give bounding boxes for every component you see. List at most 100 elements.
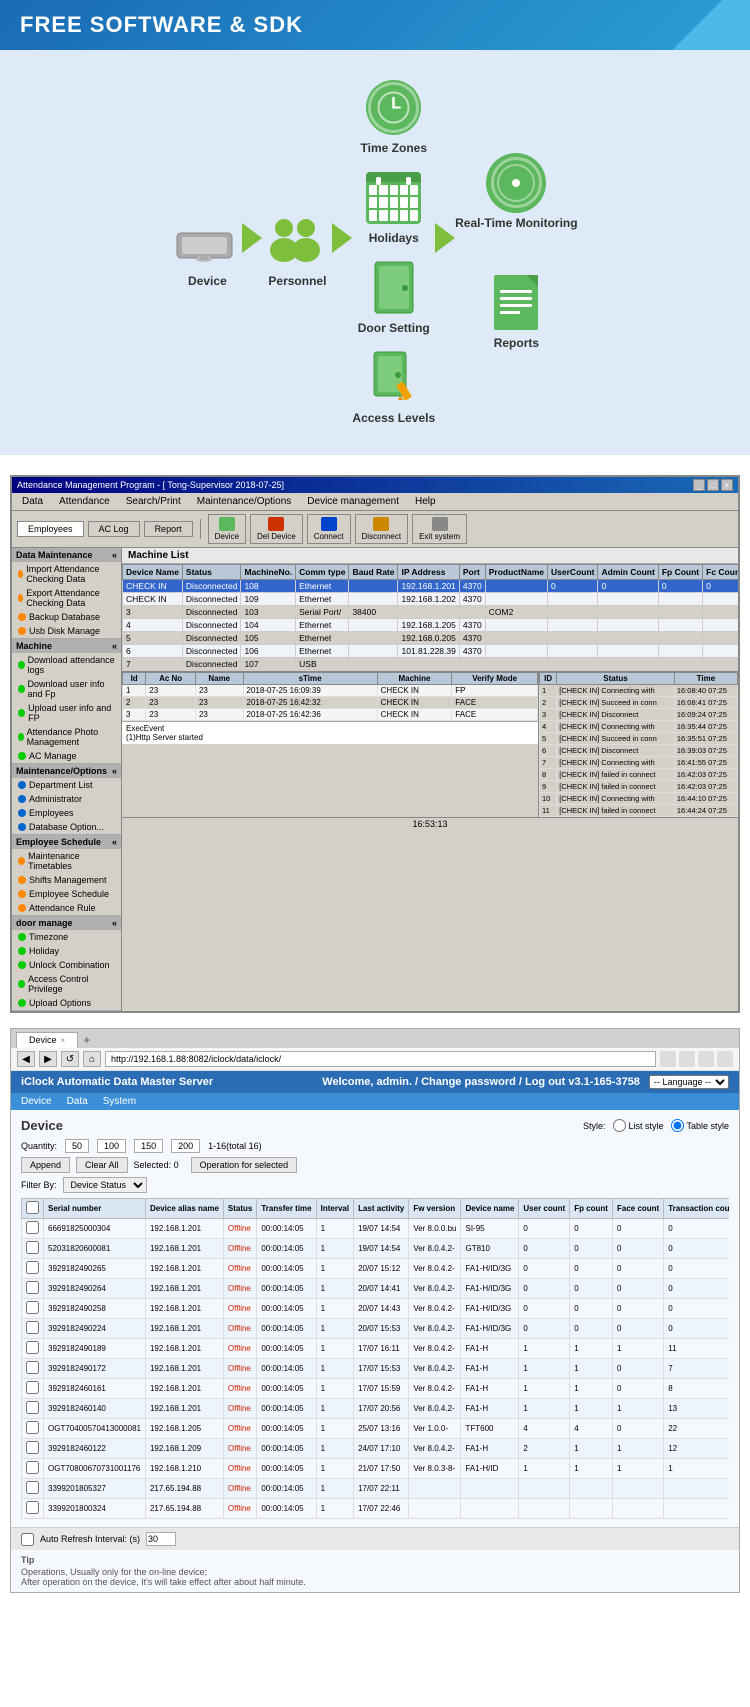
win-controls[interactable]: _ □ ×	[693, 479, 733, 491]
row-checkbox[interactable]	[26, 1301, 39, 1314]
table-row[interactable]: 3929182490172192.168.1.201Offline00:00:1…	[22, 1359, 730, 1379]
sidebar-db[interactable]: Database Option...	[12, 820, 121, 834]
table-row[interactable]: 3Disconnected103Serial Port/38400COM2	[123, 606, 739, 619]
sidebar-unlock[interactable]: Unlock Combination	[12, 958, 121, 972]
table-row[interactable]: 3929182460122192.168.1.209Offline00:00:1…	[22, 1439, 730, 1459]
sidebar-machine-title[interactable]: Machine «	[12, 639, 121, 653]
sidebar-door-title[interactable]: door manage «	[12, 916, 121, 930]
table-row[interactable]: 3929182460140192.168.1.201Offline00:00:1…	[22, 1399, 730, 1419]
table-row[interactable]: CHECK INDisconnected108Ethernet192.168.1…	[123, 580, 739, 593]
list-item[interactable]: 5[CHECK IN] Succeed in conn16:35:51 07:2…	[540, 733, 738, 745]
row-checkbox[interactable]	[26, 1421, 39, 1434]
table-row[interactable]: OGT70800670731001176192.168.1.210Offline…	[22, 1459, 730, 1479]
row-checkbox[interactable]	[26, 1281, 39, 1294]
list-item[interactable]: 4[CHECK IN] Connecting with16:35:44 07:2…	[540, 721, 738, 733]
nav-system[interactable]: System	[103, 1096, 136, 1107]
sidebar-backup[interactable]: Backup Database	[12, 610, 121, 624]
qty-100[interactable]: 100	[97, 1139, 126, 1153]
table-row[interactable]: 3929182490189192.168.1.201Offline00:00:1…	[22, 1339, 730, 1359]
table-row[interactable]: 5Disconnected105Ethernet192.168.0.205437…	[123, 632, 739, 645]
back-btn[interactable]: ◀	[17, 1051, 35, 1067]
home-btn[interactable]: ⌂	[83, 1051, 101, 1067]
list-style-label[interactable]: List style	[613, 1119, 663, 1132]
url-bar[interactable]	[105, 1051, 656, 1067]
append-btn[interactable]: Append	[21, 1157, 70, 1173]
tab-employees[interactable]: Employees	[17, 521, 84, 537]
sidebar-export[interactable]: Export Attendance Checking Data	[12, 586, 121, 610]
list-item[interactable]: 8[CHECK IN] failed in connect16:42:03 07…	[540, 769, 738, 781]
menu-help[interactable]: Help	[407, 494, 444, 509]
row-checkbox[interactable]	[26, 1361, 39, 1374]
new-tab-btn[interactable]: +	[78, 1032, 95, 1048]
row-checkbox[interactable]	[26, 1241, 39, 1254]
sidebar-att-rule[interactable]: Attendance Rule	[12, 901, 121, 915]
table-row[interactable]: 52031820600081192.168.1.201Offline00:00:…	[22, 1239, 730, 1259]
qty-50[interactable]: 50	[65, 1139, 89, 1153]
table-row[interactable]: 7Disconnected107USB3204	[123, 658, 739, 671]
list-item[interactable]: 123232018-07-25 16:09:39CHECK INFP	[123, 685, 538, 697]
sidebar-maint-title[interactable]: Maintenance/Options «	[12, 764, 121, 778]
list-item[interactable]: 6[CHECK IN] Disconnect16:39:03 07:25	[540, 745, 738, 757]
row-checkbox[interactable]	[26, 1321, 39, 1334]
filter-select[interactable]: Device Status	[63, 1177, 147, 1193]
tab-close-icon[interactable]: ×	[61, 1036, 66, 1045]
tb-del-btn[interactable]: Del Device	[250, 514, 303, 544]
sidebar-timezone[interactable]: Timezone	[12, 930, 121, 944]
list-style-radio[interactable]	[613, 1119, 626, 1132]
table-row[interactable]: OGT70400570413000081192.168.1.205Offline…	[22, 1419, 730, 1439]
browser-tab-device[interactable]: Device ×	[16, 1032, 78, 1048]
table-style-radio[interactable]	[671, 1119, 684, 1132]
list-item[interactable]: 11[CHECK IN] failed in connect16:44:24 0…	[540, 805, 738, 817]
list-item[interactable]: 9[CHECK IN] failed in connect16:42:03 07…	[540, 781, 738, 793]
menu-device[interactable]: Device management	[299, 494, 407, 509]
tab-aclog[interactable]: AC Log	[88, 521, 140, 537]
row-checkbox[interactable]	[26, 1461, 39, 1474]
sidebar-shifts[interactable]: Shifts Management	[12, 873, 121, 887]
tab-report[interactable]: Report	[144, 521, 193, 537]
sidebar-schedule-title[interactable]: Employee Schedule «	[12, 835, 121, 849]
row-checkbox[interactable]	[26, 1221, 39, 1234]
nav-data[interactable]: Data	[67, 1096, 88, 1107]
list-item[interactable]: 1[CHECK IN] Connecting with16:08:40 07:2…	[540, 685, 738, 697]
menu-attendance[interactable]: Attendance	[51, 494, 118, 509]
sidebar-ul-user[interactable]: Upload user info and FP	[12, 701, 121, 725]
sidebar-import[interactable]: Import Attendance Checking Data	[12, 562, 121, 586]
sidebar-admin[interactable]: Administrator	[12, 792, 121, 806]
row-checkbox[interactable]	[26, 1381, 39, 1394]
list-item[interactable]: 3[CHECK IN] Disconnect16:09:24 07:25	[540, 709, 738, 721]
sidebar-holiday[interactable]: Holiday	[12, 944, 121, 958]
row-checkbox[interactable]	[26, 1341, 39, 1354]
table-row[interactable]: 3929182490258192.168.1.201Offline00:00:1…	[22, 1299, 730, 1319]
menu-data[interactable]: Data	[14, 494, 51, 509]
sidebar-photo[interactable]: Attendance Photo Management	[12, 725, 121, 749]
table-row[interactable]: 3929182490224192.168.1.201Offline00:00:1…	[22, 1319, 730, 1339]
row-checkbox[interactable]	[26, 1401, 39, 1414]
lang-select[interactable]: -- Language --	[649, 1075, 729, 1089]
row-checkbox[interactable]	[26, 1261, 39, 1274]
tb-device-btn[interactable]: Device	[208, 514, 246, 544]
table-row[interactable]: 6Disconnected106Ethernet101.81.228.39437…	[123, 645, 739, 658]
table-row[interactable]: 3399201805327217.65.194.88Offline00:00:1…	[22, 1479, 730, 1499]
list-item[interactable]: 223232018-07-25 16:42:32CHECK INFACE	[123, 697, 538, 709]
sidebar-emp-sched[interactable]: Employee Schedule	[12, 887, 121, 901]
sidebar-timetables[interactable]: Maintenance Timetables	[12, 849, 121, 873]
table-style-label[interactable]: Table style	[671, 1119, 729, 1132]
auto-refresh-check[interactable]	[21, 1533, 34, 1546]
sidebar-dept[interactable]: Department List	[12, 778, 121, 792]
minimize-btn[interactable]: _	[693, 479, 705, 491]
sidebar-data-title[interactable]: Data Maintenance «	[12, 548, 121, 562]
table-row[interactable]: 3929182460161192.168.1.201Offline00:00:1…	[22, 1379, 730, 1399]
sidebar-usb[interactable]: Usb Disk Manage	[12, 624, 121, 638]
sidebar-employees[interactable]: Employees	[12, 806, 121, 820]
list-item[interactable]: 2[CHECK IN] Succeed in conn16:08:41 07:2…	[540, 697, 738, 709]
qty-200[interactable]: 200	[171, 1139, 200, 1153]
list-item[interactable]: 7[CHECK IN] Connecting with16:41:55 07:2…	[540, 757, 738, 769]
menu-search[interactable]: Search/Print	[118, 494, 189, 509]
refresh-btn[interactable]: ↺	[61, 1051, 79, 1067]
table-row[interactable]: CHECK INDisconnected109Ethernet192.168.1…	[123, 593, 739, 606]
clear-all-btn[interactable]: Clear All	[76, 1157, 128, 1173]
table-row[interactable]: 66691825000304192.168.1.201Offline00:00:…	[22, 1219, 730, 1239]
list-item[interactable]: 323232018-07-25 16:42:36CHECK INFACE	[123, 709, 538, 721]
tb-disconnect-btn[interactable]: Disconnect	[355, 514, 409, 544]
sidebar-ac[interactable]: AC Manage	[12, 749, 121, 763]
